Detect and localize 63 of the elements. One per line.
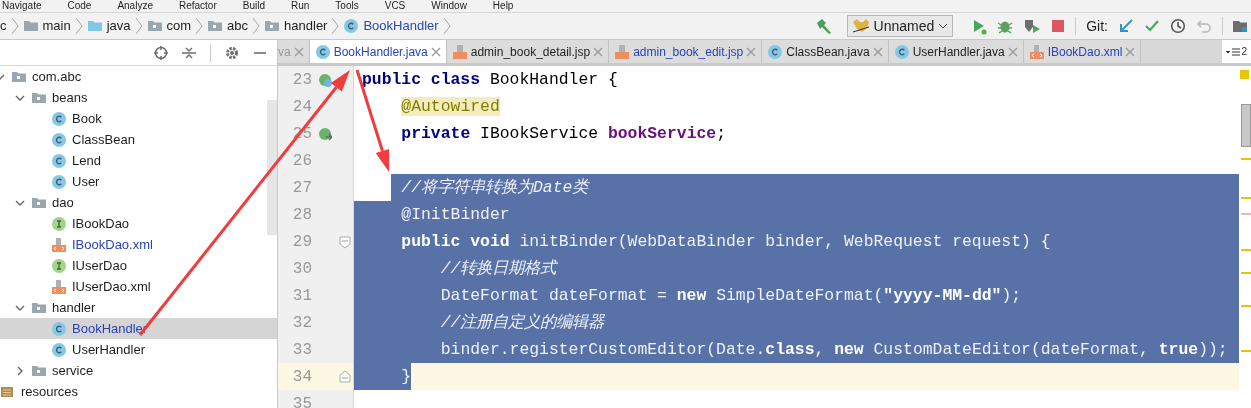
- tab-overflow-button[interactable]: 2: [1222, 40, 1251, 63]
- tree-item[interactable]: Lend: [72, 150, 101, 171]
- line-number: 32: [291, 312, 312, 334]
- line-number: 26: [291, 150, 312, 172]
- code-line: public class BookHandler {: [361, 69, 618, 91]
- code-line: //将字符串转换为Date类: [400, 177, 589, 199]
- menu-item[interactable]: Navigate: [2, 0, 42, 12]
- menu-item[interactable]: Analyze: [117, 0, 153, 12]
- breadcrumb-item[interactable]: main: [42, 16, 71, 36]
- line-number: 35: [291, 393, 312, 408]
- line-number: 29: [291, 231, 312, 253]
- menu-item[interactable]: Help: [492, 0, 514, 12]
- tree-item[interactable]: IUserDao: [72, 255, 127, 276]
- code-line: public void initBinder(WebDataBinder binder, WebRequest request) {: [400, 231, 1051, 253]
- breadcrumb-item[interactable]: BookHandler: [363, 16, 439, 36]
- editor-tab[interactable]: ClassBean.java: [762, 40, 889, 63]
- editor-tab[interactable]: UserHandler.java: [888, 40, 1024, 63]
- menu-item[interactable]: VCS: [384, 0, 406, 12]
- code-line: //转换日期格式: [439, 258, 557, 280]
- line-number: 27: [291, 177, 312, 199]
- breadcrumb-item[interactable]: handler: [284, 16, 328, 36]
- editor-tab[interactable]: IBookDao.xml: [1023, 40, 1142, 63]
- breadcrumb-item[interactable]: abc: [227, 16, 249, 36]
- line-number: 31: [291, 285, 312, 307]
- tree-item[interactable]: IBookDao: [72, 213, 130, 234]
- line-number: 24: [291, 96, 312, 118]
- breadcrumb-item[interactable]: java: [106, 16, 131, 36]
- line-number: 30: [291, 258, 312, 280]
- tree-item[interactable]: IBookDao.xml: [72, 234, 153, 255]
- editor-tab[interactable]: BookHandler.java: [309, 40, 447, 63]
- code-line: binder.registerCustomEditor(Date.class, new CustomDateEditor(dateFormat, true));: [439, 339, 1228, 361]
- tree-item[interactable]: User: [72, 171, 100, 192]
- tree-item[interactable]: handler: [52, 297, 96, 318]
- line-number: 28: [291, 204, 312, 226]
- code-line: @InitBinder: [400, 204, 510, 226]
- breadcrumb-item[interactable]: c: [0, 16, 7, 36]
- menu-item[interactable]: Refactor: [178, 0, 217, 12]
- tree-item[interactable]: service: [52, 360, 94, 381]
- line-number: 23: [291, 69, 312, 91]
- tree-item[interactable]: ClassBean: [72, 129, 135, 150]
- run-config-dropdown[interactable]: Unnamed: [846, 15, 954, 37]
- menu-item[interactable]: Run: [291, 0, 310, 12]
- tree-item[interactable]: com.abc: [32, 66, 82, 87]
- tree-item[interactable]: dao: [52, 192, 74, 213]
- menu-item[interactable]: Build: [242, 0, 265, 12]
- tree-item[interactable]: resources: [21, 381, 79, 402]
- editor-tab[interactable]: admin_book_detail.jsp: [446, 40, 610, 63]
- tree-item[interactable]: UserHandler: [72, 339, 145, 360]
- tree-item[interactable]: beans: [52, 87, 88, 108]
- breadcrumb-item[interactable]: com: [166, 16, 192, 36]
- line-number: 33: [291, 339, 312, 361]
- line-number: 34: [291, 366, 312, 388]
- code-line: }: [400, 366, 412, 388]
- menu-item[interactable]: Window: [431, 0, 467, 12]
- menu-item[interactable]: Tools: [335, 0, 359, 12]
- tree-item[interactable]: Book: [72, 108, 102, 129]
- menu-item[interactable]: Code: [67, 0, 92, 12]
- editor-tab[interactable]: admin_book_edit.jsp: [609, 40, 763, 63]
- code-line: //注册自定义的编辑器: [439, 312, 605, 334]
- code-line: private IBookService bookService;: [400, 123, 726, 145]
- tree-item[interactable]: IUserDao.xml: [72, 276, 151, 297]
- code-line: DateFormat dateFormat = new SimpleDateFormat("yyyy-MM-dd");: [439, 285, 1022, 307]
- git-label: Git:: [1086, 16, 1108, 36]
